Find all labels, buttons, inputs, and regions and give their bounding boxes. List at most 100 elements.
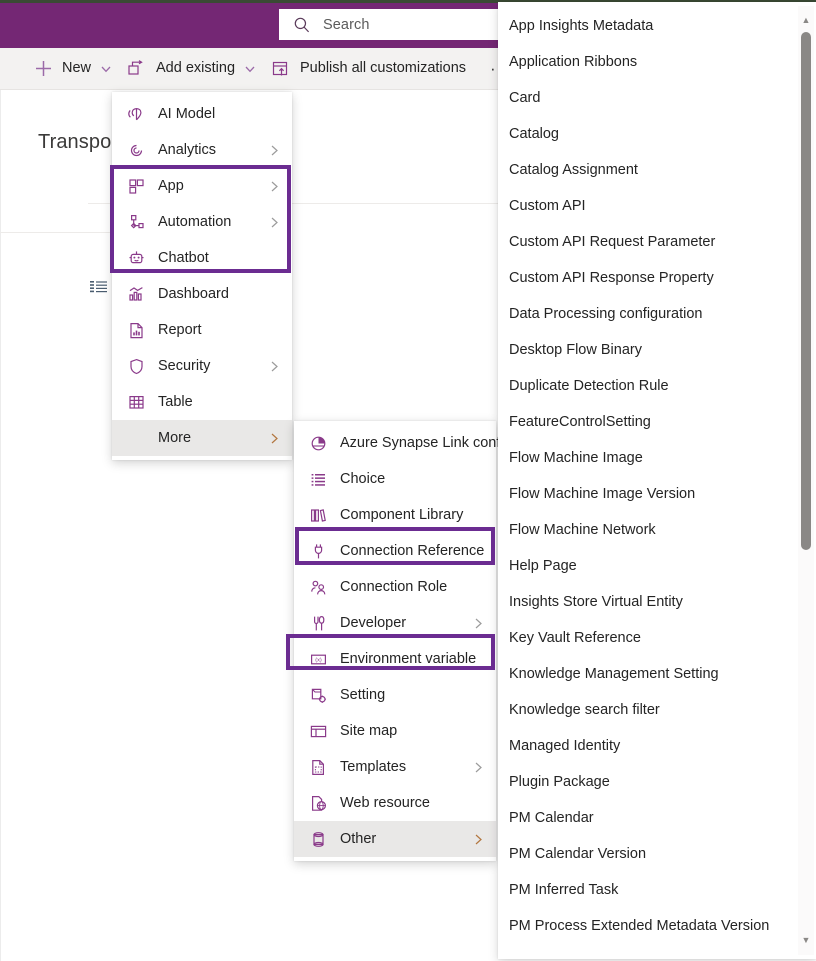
menu-label: Environment variable	[340, 650, 477, 667]
menu-item-app[interactable]: App	[112, 168, 292, 204]
list-item[interactable]: Help Page	[498, 548, 798, 584]
list-item[interactable]: Knowledge search filter	[498, 692, 798, 728]
menu-item-site-map[interactable]: Site map	[294, 713, 496, 749]
page-left-rail	[0, 90, 1, 961]
setting-icon	[308, 685, 328, 705]
menu-item-connection-reference[interactable]: Connection Reference	[294, 533, 496, 569]
list-item[interactable]: Flow Machine Network	[498, 512, 798, 548]
power-apps-window: Transport Search New Add existing Publis…	[0, 0, 816, 961]
new-button[interactable]: New	[26, 48, 120, 90]
menu-item-dashboard[interactable]: Dashboard	[112, 276, 292, 312]
menu-item-analytics[interactable]: Analytics	[112, 132, 292, 168]
menu-label: Report	[158, 321, 202, 338]
page-title: Transport	[38, 131, 124, 153]
menu-item-choice[interactable]: Choice	[294, 461, 496, 497]
menu-label: Setting	[340, 686, 386, 703]
menu-item-other[interactable]: Other	[294, 821, 496, 857]
automation-icon	[126, 212, 146, 232]
app-icon	[126, 176, 146, 196]
menu-label: Azure Synapse Link config	[340, 434, 512, 451]
list-item[interactable]: Application Ribbons	[498, 44, 798, 80]
list-item[interactable]: Knowledge Management Setting	[498, 656, 798, 692]
list-item[interactable]: Catalog	[498, 116, 798, 152]
chevron-right-icon	[269, 216, 280, 229]
list-item[interactable]: PM Calendar	[498, 800, 798, 836]
list-item[interactable]: PM Calendar Version	[498, 836, 798, 872]
chevron-right-icon	[269, 180, 280, 193]
chevron-right-icon	[269, 360, 280, 373]
search-icon	[294, 17, 310, 32]
menu-item-environment-variable[interactable]: (x) Environment variable	[294, 641, 496, 677]
menu-item-chatbot[interactable]: Chatbot	[112, 240, 292, 276]
menu-label: Dashboard	[158, 285, 229, 302]
add-existing-label: Add existing	[156, 60, 236, 77]
site-map-icon	[308, 721, 328, 741]
component-lib-icon	[308, 505, 328, 525]
menu-label: Automation	[158, 213, 232, 230]
list-item[interactable]: Custom API Response Property	[498, 260, 798, 296]
scrollbar-thumb[interactable]	[801, 32, 811, 550]
chevron-right-icon	[473, 617, 484, 630]
list-item[interactable]: PM Inferred Task	[498, 872, 798, 908]
table-icon	[126, 392, 146, 412]
list-item[interactable]: Custom API	[498, 188, 798, 224]
list-item[interactable]: Catalog Assignment	[498, 152, 798, 188]
menu-item-automation[interactable]: Automation	[112, 204, 292, 240]
menu-item-component-library[interactable]: Component Library	[294, 497, 496, 533]
more-menu: Azure Synapse Link config Choice Compone…	[294, 421, 512, 861]
menu-label: AI Model	[158, 105, 216, 122]
menu-label: Connection Role	[340, 578, 448, 595]
menu-label: Choice	[340, 470, 386, 487]
publish-all-customizations-button[interactable]: Publish all customizations	[264, 48, 474, 90]
list-item[interactable]: Flow Machine Image	[498, 440, 798, 476]
menu-item-more[interactable]: More	[112, 420, 292, 456]
list-scrollbar[interactable]: ▲ ▼	[798, 6, 814, 955]
list-item[interactable]: Custom API Request Parameter	[498, 224, 798, 260]
list-item[interactable]: Flow Machine Image Version	[498, 476, 798, 512]
scroll-down-button[interactable]: ▼	[798, 932, 814, 949]
report-icon	[126, 320, 146, 340]
menu-item-azure-synapse-link-config[interactable]: Azure Synapse Link config	[294, 425, 512, 461]
plug-icon	[308, 541, 328, 561]
menu-item-developer[interactable]: Developer	[294, 605, 496, 641]
list-item[interactable]: FeatureControlSetting	[498, 404, 798, 440]
synapse-icon	[308, 433, 328, 453]
menu-item-table[interactable]: Table	[112, 384, 292, 420]
menu-item-connection-role[interactable]: Connection Role	[294, 569, 496, 605]
list-item[interactable]: Duplicate Detection Rule	[498, 368, 798, 404]
plus-icon	[34, 59, 53, 78]
list-item[interactable]: Desktop Flow Binary	[498, 332, 798, 368]
menu-item-setting[interactable]: Setting	[294, 677, 496, 713]
list-view-icon[interactable]	[90, 280, 108, 296]
menu-label: Connection Reference	[340, 542, 485, 559]
other-entity-list-panel: App Insights Metadata Application Ribbons…	[498, 2, 816, 959]
list-item[interactable]: Card	[498, 80, 798, 116]
menu-label: Web resource	[340, 794, 430, 811]
other-icon	[308, 829, 328, 849]
chevron-down-icon[interactable]	[100, 63, 112, 75]
list-item[interactable]: Managed Identity	[498, 728, 798, 764]
menu-item-web-resource[interactable]: Web resource	[294, 785, 496, 821]
chevron-down-icon-2[interactable]	[244, 63, 256, 75]
scroll-up-button[interactable]: ▲	[798, 12, 814, 29]
menu-item-templates[interactable]: Templates	[294, 749, 496, 785]
publish-icon	[272, 60, 291, 78]
chevron-right-icon	[473, 833, 484, 846]
list-item[interactable]: Data Processing configuration	[498, 296, 798, 332]
menu-item-security[interactable]: Security	[112, 348, 292, 384]
list-item[interactable]: Plugin Package	[498, 764, 798, 800]
list-item[interactable]: PM Process Extended Metadata Version	[498, 908, 798, 944]
add-existing-button[interactable]: Add existing	[120, 48, 264, 90]
list-item[interactable]: Key Vault Reference	[498, 620, 798, 656]
choice-icon	[308, 469, 328, 489]
other-entity-list: App Insights Metadata Application Ribbons…	[498, 8, 798, 953]
menu-label: Developer	[340, 614, 407, 631]
menu-item-report[interactable]: Report	[112, 312, 292, 348]
templates-icon	[308, 757, 328, 777]
menu-item-ai-model[interactable]: AI Model	[112, 96, 292, 132]
list-item[interactable]: Insights Store Virtual Entity	[498, 584, 798, 620]
list-item[interactable]: App Insights Metadata	[498, 8, 798, 44]
search-input[interactable]: Search	[323, 17, 370, 33]
ai-model-icon	[126, 104, 146, 124]
menu-label: App	[158, 177, 184, 194]
